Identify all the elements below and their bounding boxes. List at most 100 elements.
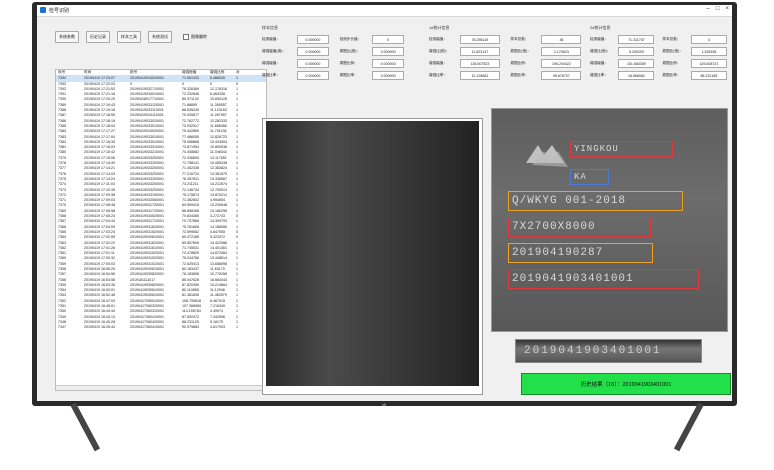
value-field[interactable]: 0.000000 <box>372 47 405 56</box>
table-cell: 20190417060410001 <box>130 325 164 330</box>
value-field[interactable]: 5.339293 <box>618 47 655 56</box>
field-label: 原图比(绝)： <box>339 49 361 53</box>
value-field[interactable]: 71.311757 <box>618 35 655 44</box>
camera-view-right: YINGKOU KA Q/WKYG 001-2018 7X2700X8000 2… <box>491 108 728 332</box>
value-field[interactable]: 1.326338 <box>690 47 727 56</box>
serial-crop-text: 2019041903401001 <box>524 345 662 357</box>
col-header[interactable]: 增强比例 <box>210 70 236 75</box>
stat2-group: 2#统计信息 检测幅值： 71.311757 样本总数： 3 增强比(绝)： 5.3392… <box>590 25 732 85</box>
field-label: 增强幅值： <box>590 61 608 65</box>
value-field[interactable]: 101.683359 <box>618 59 655 68</box>
value-field[interactable]: 0.000000 <box>296 47 329 56</box>
field-label: 增强比率： <box>590 73 608 77</box>
field-label: 检测步长值： <box>339 37 362 41</box>
field-label: 检测幅值： <box>590 37 608 41</box>
value-field[interactable]: 78.256119 <box>459 35 500 44</box>
field-label: 增强比(绝)： <box>590 49 611 53</box>
group-title: 1#统计信息 <box>429 25 450 30</box>
table-cell: 1 <box>236 325 238 330</box>
tv-frame: 检号识别 – □ × 系统参数 历史记录 样本工具 系统测试 图像翻转 序号 时… <box>32 2 737 406</box>
value-field[interactable]: 3 <box>690 35 727 44</box>
value-field[interactable]: 129.828721 <box>690 59 727 68</box>
field-label: 增强幅值： <box>429 61 447 65</box>
value-field[interactable]: 12.126681 <box>459 71 500 80</box>
table-cell: 20190419 16:26:44 <box>84 325 115 330</box>
stat2-grid: 检测幅值： 71.311757 样本总数： 3 增强比(绝)： 5.339293 原图比(绝… <box>590 35 732 80</box>
system-params-button[interactable]: 系统参数 <box>55 31 79 43</box>
value-field[interactable]: 0.000000 <box>296 71 329 80</box>
value-field[interactable]: 0 <box>372 35 405 44</box>
field-label: 原图比例： <box>510 61 529 65</box>
group-title: 样本信息 <box>262 25 278 30</box>
value-field[interactable]: 0.000000 <box>372 71 405 80</box>
value-field[interactable]: 0.000000 <box>296 35 329 44</box>
sample-grid: 检测幅值： 0.000000 检测步长值： 0 增强幅值(绝)： 0.000000 原图比(… <box>262 35 412 80</box>
sample-info-group: 样本信息 检测幅值： 0.000000 检测步长值： 0 增强幅值(绝)： 0.00000… <box>262 25 412 85</box>
field-label: 原图比(绝)： <box>510 49 531 53</box>
result-banner: 历史结果（16）：2019041903401001 <box>521 373 731 395</box>
ocr-box-serial: 2019041903401001 <box>508 269 699 289</box>
logo-icon <box>526 145 568 167</box>
ocr-box-brand: YINGKOU <box>570 141 673 157</box>
checkbox-label: 图像翻转 <box>191 34 207 39</box>
table-cell: 4.617903 <box>210 325 225 330</box>
serial-crop-image: 2019041903401001 <box>515 339 702 363</box>
field-label: 增强比率： <box>429 73 447 77</box>
toolbar: 系统参数 历史记录 样本工具 系统测试 图像翻转 <box>55 31 207 43</box>
value-field[interactable]: 38 <box>541 35 582 44</box>
history-table[interactable]: 序号 时间 批号 增强面值 增强比例 对 7394 20190419 17:23:… <box>55 69 267 391</box>
field-label: 样本总数： <box>662 37 681 41</box>
minimize-icon[interactable]: – <box>707 6 710 12</box>
table-row[interactable]: 7347 20190419 16:26:44 20190417060410001 90… <box>56 325 266 330</box>
value-field[interactable]: 195.204422 <box>541 59 582 68</box>
image-flip-checkbox[interactable]: 图像翻转 <box>183 34 207 40</box>
sample-tool-button[interactable]: 样本工具 <box>117 31 141 43</box>
horizontal-scrollbar[interactable] <box>56 385 266 390</box>
field-label: 增强比(绝)： <box>429 49 450 53</box>
field-label: 原图比率： <box>662 73 681 77</box>
field-label: 原图比率： <box>339 73 358 77</box>
table-body: 7394 20190419 17:23:07 20190419034010001 71… <box>56 76 266 330</box>
value-field[interactable]: 0.000000 <box>372 59 405 68</box>
stat1-group: 1#统计信息 检测幅值： 78.256119 样本总数： 38 增强比(绝)： 11.62… <box>429 25 589 85</box>
tv-stand-left <box>70 402 101 452</box>
title-bar: 检号识别 – □ × <box>37 5 732 17</box>
field-label: 原图比率： <box>510 73 529 77</box>
value-field[interactable]: 18.566062 <box>618 71 655 80</box>
field-label: 增强幅值： <box>262 61 280 65</box>
field-label: 增强比率： <box>262 73 280 77</box>
app-window: 检号识别 – □ × 系统参数 历史记录 样本工具 系统测试 图像翻转 序号 时… <box>37 5 732 401</box>
col-header[interactable]: 对 <box>236 70 244 75</box>
stat1-grid: 检测幅值： 78.256119 样本总数： 38 增强比(绝)： 11.623147 原图比… <box>429 35 589 80</box>
value-field[interactable]: 11.623147 <box>459 47 500 56</box>
field-label: 原图比(绝)： <box>662 49 683 53</box>
value-field[interactable]: 85.232185 <box>690 71 727 80</box>
window-title: 检号识别 <box>49 8 70 14</box>
tv-brand-logo: Mi <box>382 402 387 407</box>
field-label: 检测幅值： <box>262 37 280 41</box>
maximize-icon[interactable]: □ <box>716 6 720 12</box>
col-header[interactable]: 批号 <box>130 70 182 75</box>
ocr-box-standard: Q/WKYG 001-2018 <box>508 191 683 211</box>
ocr-box-ka: KA <box>570 169 609 185</box>
value-field[interactable]: 128.507523 <box>459 59 500 68</box>
close-icon[interactable]: × <box>725 6 729 12</box>
value-field[interactable]: 99.676727 <box>541 71 582 80</box>
app-icon <box>40 7 46 13</box>
ocr-box-size: 7X2700X8000 <box>508 217 651 237</box>
field-label: 检测幅值： <box>429 37 447 41</box>
checkbox-box[interactable] <box>183 34 189 40</box>
col-header[interactable]: 序号 <box>56 70 84 75</box>
value-field[interactable]: 2.170623 <box>541 47 582 56</box>
system-test-button[interactable]: 系统测试 <box>148 31 172 43</box>
history-button[interactable]: 历史记录 <box>86 31 110 43</box>
table-cell: 90.975883 <box>182 325 199 330</box>
steel-surface-image <box>266 121 479 386</box>
value-field[interactable]: 0.000000 <box>296 59 329 68</box>
table-cell: 7347 <box>58 325 66 330</box>
field-label: 原图比例： <box>339 61 358 65</box>
col-header[interactable]: 时间 <box>84 70 130 75</box>
ocr-box-date: 201904190287 <box>508 243 653 263</box>
col-header[interactable]: 增强面值 <box>182 70 210 75</box>
group-title: 2#统计信息 <box>590 25 611 30</box>
